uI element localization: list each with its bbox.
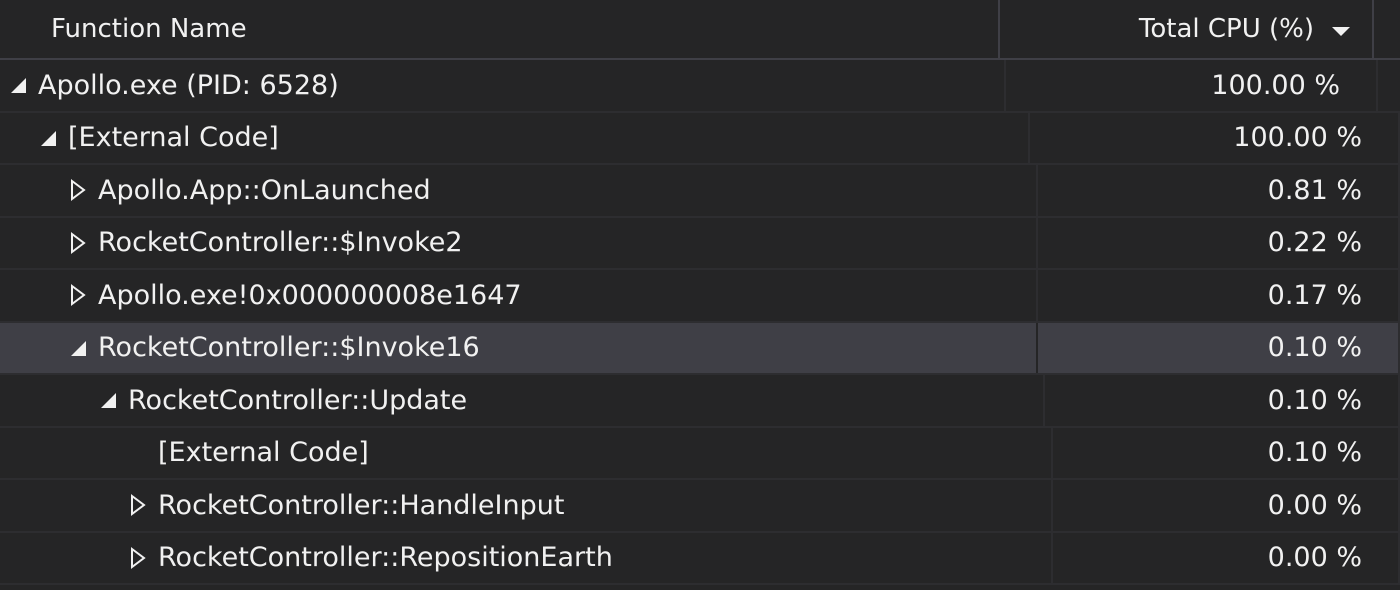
collapsed-triangle-icon[interactable] (66, 283, 90, 307)
sort-descending-icon (1332, 26, 1350, 36)
table-header: Function Name Total CPU (%) (0, 0, 1400, 60)
table-row[interactable]: Apollo.App::OnLaunched 0.81 % (0, 165, 1400, 218)
total-cpu-cell: 0.00 % (1053, 480, 1400, 531)
table-row[interactable]: RocketController::RepositionEarth 0.00 % (0, 532, 1400, 585)
function-name-cell: [External Code] (0, 427, 1053, 478)
function-name-cell: RocketController::$Invoke2 (0, 217, 1038, 268)
function-name-label: [External Code] (158, 437, 369, 469)
expanded-triangle-icon[interactable] (6, 73, 30, 97)
total-cpu-cell: 0.81 % (1038, 165, 1400, 216)
total-cpu-cell: 0.10 % (1053, 427, 1400, 478)
column-header-function-name[interactable]: Function Name (0, 0, 1000, 58)
function-name-cell: RocketController::HandleInput (0, 480, 1053, 531)
expanded-triangle-icon[interactable] (96, 388, 120, 412)
function-name-label: RocketController::HandleInput (158, 489, 565, 521)
function-name-cell: RocketController::Update (0, 375, 1046, 426)
function-name-cell: Apollo.exe (PID: 6528) (0, 60, 1006, 111)
collapsed-triangle-icon[interactable] (66, 178, 90, 202)
function-name-label: Apollo.exe (PID: 6528) (38, 69, 339, 101)
function-name-label: [External Code] (68, 122, 279, 154)
collapsed-triangle-icon[interactable] (66, 231, 90, 255)
expanded-triangle-icon[interactable] (66, 336, 90, 360)
total-cpu-cell: 0.10 % (1045, 375, 1400, 426)
function-name-label: RocketController::RepositionEarth (158, 542, 613, 574)
function-name-cell: [External Code] (0, 112, 1030, 163)
table-row[interactable]: Apollo.exe!0x000000008e1647 0.17 % (0, 270, 1400, 323)
function-name-cell: RocketController::$Invoke16 (0, 322, 1038, 373)
function-name-label: Apollo.App::OnLaunched (98, 174, 431, 206)
table-row[interactable]: [External Code] 100.00 % (0, 112, 1400, 165)
function-name-label: RocketController::$Invoke2 (98, 227, 463, 259)
column-header-total-cpu[interactable]: Total CPU (%) (1000, 0, 1374, 58)
expanded-triangle-icon[interactable] (36, 126, 60, 150)
total-cpu-cell: 0.22 % (1038, 217, 1400, 268)
column-header-total-cpu-label: Total CPU (%) (1138, 14, 1314, 44)
total-cpu-cell: 100.00 % (1030, 112, 1400, 163)
call-tree-table: Function Name Total CPU (%) Apollo.exe (… (0, 0, 1400, 590)
collapsed-triangle-icon[interactable] (126, 546, 150, 570)
table-row[interactable]: RocketController::$Invoke2 0.22 % (0, 217, 1400, 270)
collapsed-triangle-icon[interactable] (126, 493, 150, 517)
header-spacer (1374, 0, 1400, 58)
table-row[interactable]: RocketController::HandleInput 0.00 % (0, 480, 1400, 533)
function-name-cell: RocketController::RepositionEarth (0, 532, 1053, 583)
total-cpu-cell: 0.00 % (1053, 532, 1400, 583)
function-name-label: RocketController::Update (128, 384, 468, 416)
total-cpu-cell: 0.17 % (1038, 270, 1400, 321)
function-name-label: RocketController::$Invoke16 (98, 332, 480, 364)
table-row[interactable]: RocketController::$Invoke16 0.10 % (0, 322, 1400, 375)
column-header-function-name-label: Function Name (51, 14, 247, 44)
table-body: Apollo.exe (PID: 6528) 100.00 % [External … (0, 60, 1400, 585)
function-name-cell: Apollo.App::OnLaunched (0, 165, 1038, 216)
function-name-label: Apollo.exe!0x000000008e1647 (98, 279, 522, 311)
table-row[interactable]: RocketController::Update 0.10 % (0, 375, 1400, 428)
function-name-cell: Apollo.exe!0x000000008e1647 (0, 270, 1038, 321)
table-row[interactable]: Apollo.exe (PID: 6528) 100.00 % (0, 60, 1400, 113)
table-row[interactable]: [External Code] 0.10 % (0, 427, 1400, 480)
total-cpu-cell: 0.10 % (1037, 322, 1400, 373)
total-cpu-cell: 100.00 % (1006, 60, 1378, 111)
